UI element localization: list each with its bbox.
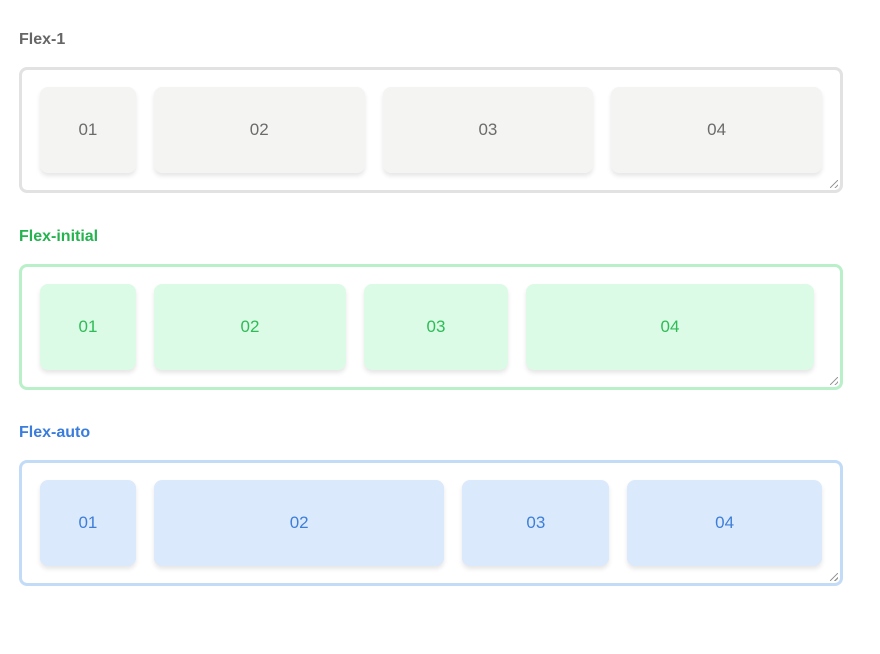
flex-item-03: 03: [364, 284, 508, 370]
flex-item-01: 01: [40, 87, 136, 173]
flex-item-04: 04: [526, 284, 814, 370]
resize-grip-icon[interactable]: [830, 377, 838, 385]
flex-item-02: 02: [154, 284, 346, 370]
flex-item-01: 01: [40, 284, 136, 370]
flex-initial-container[interactable]: 01 02 03 04: [19, 264, 843, 390]
flex-item-02: 02: [153, 480, 445, 566]
flex-initial-section: Flex-initial 01 02 03 04: [19, 227, 843, 390]
flex-1-section: Flex-1 01 02 03 04: [19, 30, 843, 193]
resize-grip-icon[interactable]: [830, 180, 838, 188]
section-title: Flex-initial: [19, 228, 99, 245]
flex-auto-section: Flex-auto 01 02 03 04: [19, 423, 843, 586]
flex-auto-container[interactable]: 01 02 03 04: [19, 460, 843, 586]
section-title: Flex-1: [19, 31, 66, 48]
flex-item-03: 03: [462, 480, 610, 566]
flex-item-01: 01: [40, 480, 136, 566]
flex-item-02: 02: [153, 87, 365, 173]
flex-item-03: 03: [382, 87, 594, 173]
flex-item-04: 04: [627, 480, 822, 566]
resize-grip-icon[interactable]: [830, 573, 838, 581]
section-title: Flex-auto: [19, 424, 91, 441]
flex-item-04: 04: [611, 87, 822, 173]
flex-1-container[interactable]: 01 02 03 04: [19, 67, 843, 193]
